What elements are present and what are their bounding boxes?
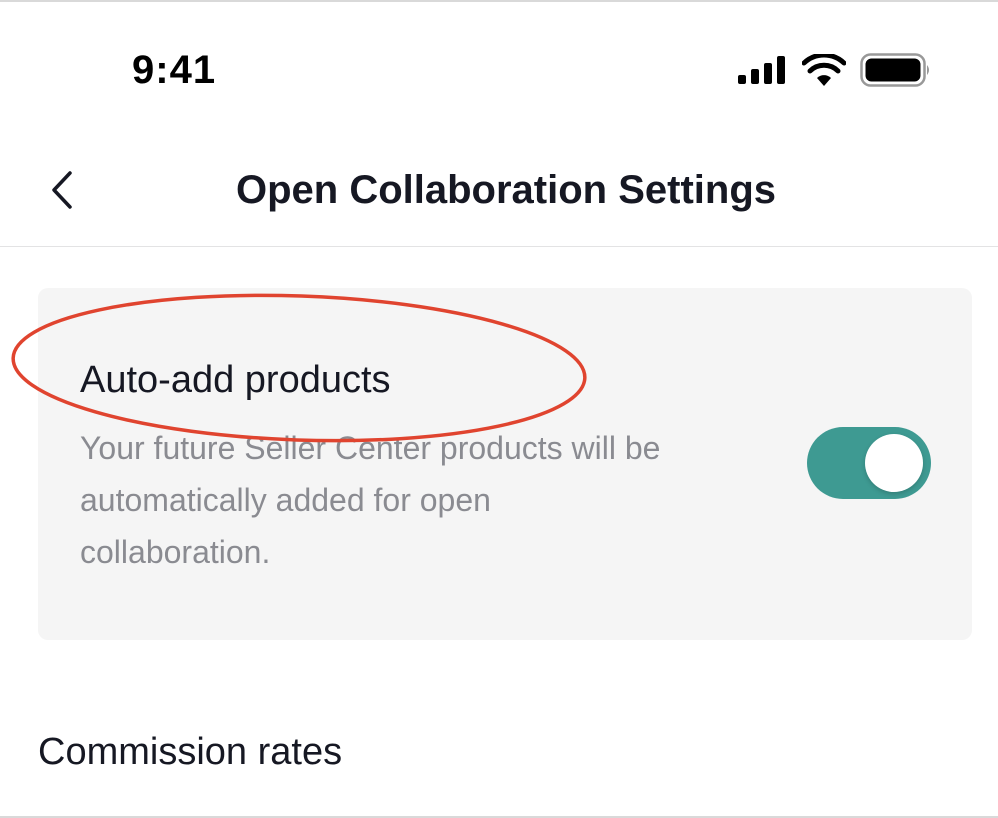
battery-icon bbox=[860, 53, 929, 87]
top-edge-divider bbox=[0, 0, 998, 2]
wifi-icon bbox=[802, 54, 846, 86]
cellular-signal-icon bbox=[738, 56, 785, 84]
commission-rates-heading: Commission rates bbox=[38, 731, 343, 773]
status-icons bbox=[738, 52, 932, 88]
toggle-knob bbox=[865, 434, 923, 492]
auto-add-toggle[interactable] bbox=[807, 427, 931, 499]
navigation-bar: Open Collaboration Settings bbox=[0, 138, 998, 247]
page-title: Open Collaboration Settings bbox=[235, 168, 777, 212]
auto-add-products-card: Auto-add products Your future Seller Cen… bbox=[38, 288, 972, 640]
auto-add-title: Auto-add products bbox=[80, 359, 391, 401]
status-time: 9:41 bbox=[132, 48, 217, 92]
auto-add-description: Your future Seller Center products will … bbox=[80, 430, 661, 570]
